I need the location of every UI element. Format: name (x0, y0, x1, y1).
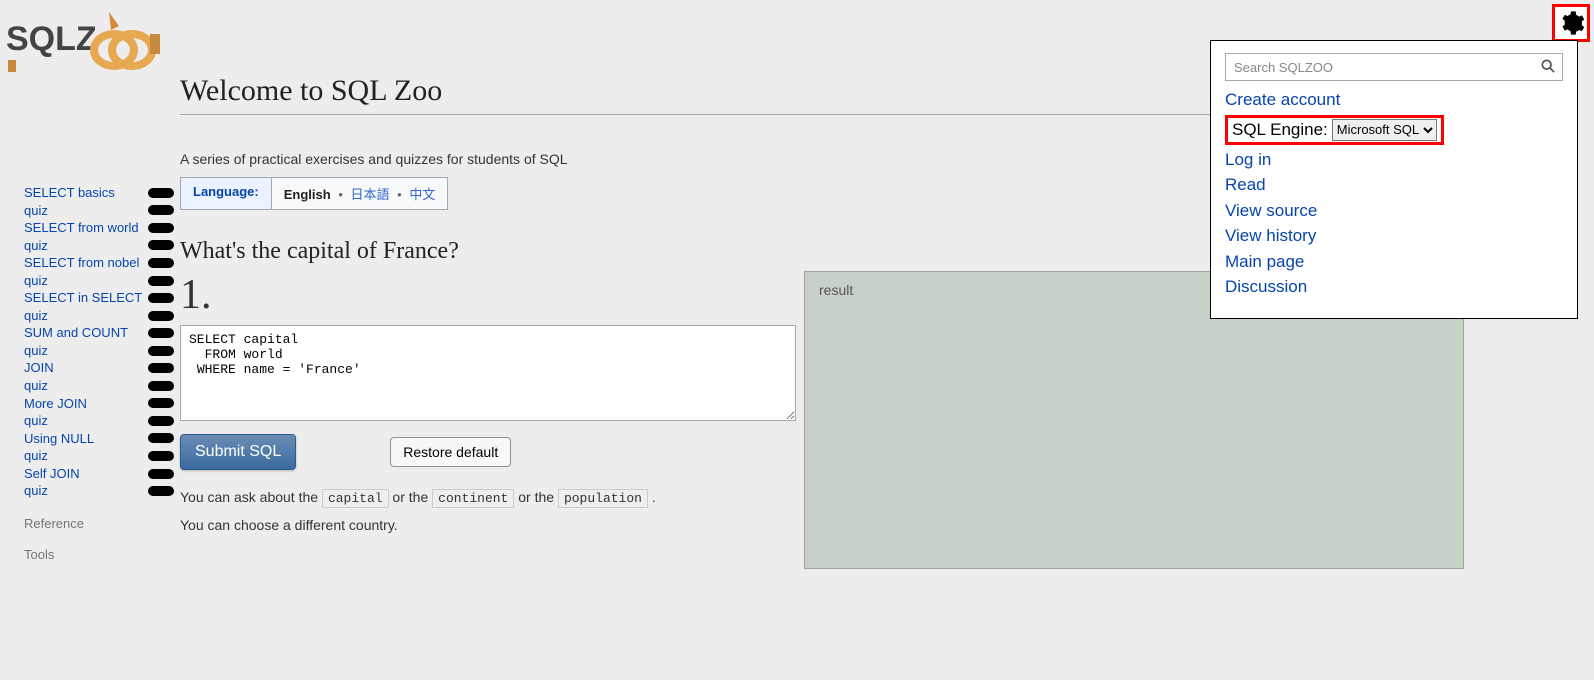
read-link[interactable]: Read (1225, 172, 1563, 198)
sidebar-link[interactable]: More JOIN (24, 395, 87, 413)
sidebar-item: Using NULL (24, 430, 174, 448)
sql-engine-label: SQL Engine: (1232, 120, 1328, 140)
progress-pill (148, 398, 174, 408)
sidebar-link[interactable]: Using NULL (24, 430, 94, 448)
progress-pill (148, 416, 174, 426)
sql-engine-selector: SQL Engine: Microsoft SQL (1225, 115, 1444, 145)
sql-engine-select[interactable]: Microsoft SQL (1332, 119, 1437, 141)
sidebar-reference[interactable]: Reference (24, 516, 174, 531)
sidebar-item: quiz (24, 307, 174, 325)
submit-sql-button[interactable]: Submit SQL (180, 434, 296, 470)
hint-text: You can ask about the capital or the con… (180, 484, 796, 538)
progress-pill (148, 328, 174, 338)
progress-pill (148, 293, 174, 303)
sidebar-item: SUM and COUNT (24, 324, 174, 342)
progress-pill (148, 240, 174, 250)
create-account-link[interactable]: Create account (1225, 87, 1563, 113)
progress-pill (148, 205, 174, 215)
sidebar-link[interactable]: SUM and COUNT (24, 324, 128, 342)
sidebar-link[interactable]: SELECT in SELECT (24, 289, 142, 307)
progress-pill (148, 486, 174, 496)
progress-pill (148, 433, 174, 443)
language-cn[interactable]: 中文 (409, 187, 435, 202)
sidebar-link[interactable]: quiz (24, 377, 48, 395)
sidebar-link[interactable]: SELECT from nobel (24, 254, 139, 272)
sidebar-item: quiz (24, 342, 174, 360)
progress-pill (148, 258, 174, 268)
language-current: English (284, 187, 331, 202)
sidebar-link[interactable]: quiz (24, 412, 48, 430)
sql-editor[interactable] (180, 325, 796, 421)
sidebar-link[interactable]: quiz (24, 272, 48, 290)
sidebar-link[interactable]: quiz (24, 447, 48, 465)
login-link[interactable]: Log in (1225, 147, 1563, 173)
view-history-link[interactable]: View history (1225, 223, 1563, 249)
sidebar-item: JOIN (24, 359, 174, 377)
sidebar-item: quiz (24, 272, 174, 290)
progress-pill (148, 311, 174, 321)
view-source-link[interactable]: View source (1225, 198, 1563, 224)
progress-pill (148, 276, 174, 286)
sidebar-nav: SELECT basicsquizSELECT from worldquizSE… (24, 184, 174, 562)
sidebar-item: Self JOIN (24, 465, 174, 483)
sidebar-item: quiz (24, 482, 174, 500)
sidebar-link[interactable]: quiz (24, 202, 48, 220)
sidebar-link[interactable]: SELECT from world (24, 219, 139, 237)
sidebar-link[interactable]: quiz (24, 237, 48, 255)
sidebar-item: More JOIN (24, 395, 174, 413)
sidebar-item: quiz (24, 447, 174, 465)
sidebar-item: SELECT basics (24, 184, 174, 202)
search-icon[interactable] (1541, 59, 1555, 76)
code-population: population (558, 489, 648, 508)
sidebar-link[interactable]: quiz (24, 307, 48, 325)
sidebar-link[interactable]: quiz (24, 482, 48, 500)
settings-menu: Create account SQL Engine: Microsoft SQL… (1210, 40, 1578, 319)
language-label[interactable]: Language: (181, 178, 272, 209)
gear-icon (1557, 9, 1585, 37)
sidebar-item: quiz (24, 202, 174, 220)
sidebar-item: SELECT from world (24, 219, 174, 237)
settings-toggle[interactable] (1552, 4, 1590, 42)
sidebar-link[interactable]: JOIN (24, 359, 54, 377)
language-selector: Language: English • 日本語 • 中文 (180, 177, 448, 210)
progress-pill (148, 469, 174, 479)
progress-pill (148, 223, 174, 233)
code-continent: continent (432, 489, 514, 508)
sidebar-item: SELECT in SELECT (24, 289, 174, 307)
sidebar-item: quiz (24, 377, 174, 395)
svg-text:SQLZ: SQLZ (6, 20, 97, 58)
discussion-link[interactable]: Discussion (1225, 274, 1563, 300)
sidebar-item: quiz (24, 412, 174, 430)
sidebar-tools[interactable]: Tools (24, 547, 174, 562)
progress-pill (148, 381, 174, 391)
main-page-link[interactable]: Main page (1225, 249, 1563, 275)
progress-pill (148, 188, 174, 198)
search-input[interactable] (1225, 53, 1563, 81)
result-label: result (819, 282, 853, 298)
language-jp[interactable]: 日本語 (351, 187, 390, 202)
progress-pill (148, 363, 174, 373)
sidebar-link[interactable]: Self JOIN (24, 465, 80, 483)
progress-pill (148, 346, 174, 356)
code-capital: capital (322, 489, 389, 508)
site-logo[interactable]: SQLZ (4, 4, 164, 74)
sidebar-item: SELECT from nobel (24, 254, 174, 272)
progress-pill (148, 451, 174, 461)
question-number: 1. (180, 271, 796, 319)
sidebar-item: quiz (24, 237, 174, 255)
sidebar-link[interactable]: quiz (24, 342, 48, 360)
sidebar-link[interactable]: SELECT basics (24, 184, 115, 202)
restore-default-button[interactable]: Restore default (390, 437, 511, 467)
